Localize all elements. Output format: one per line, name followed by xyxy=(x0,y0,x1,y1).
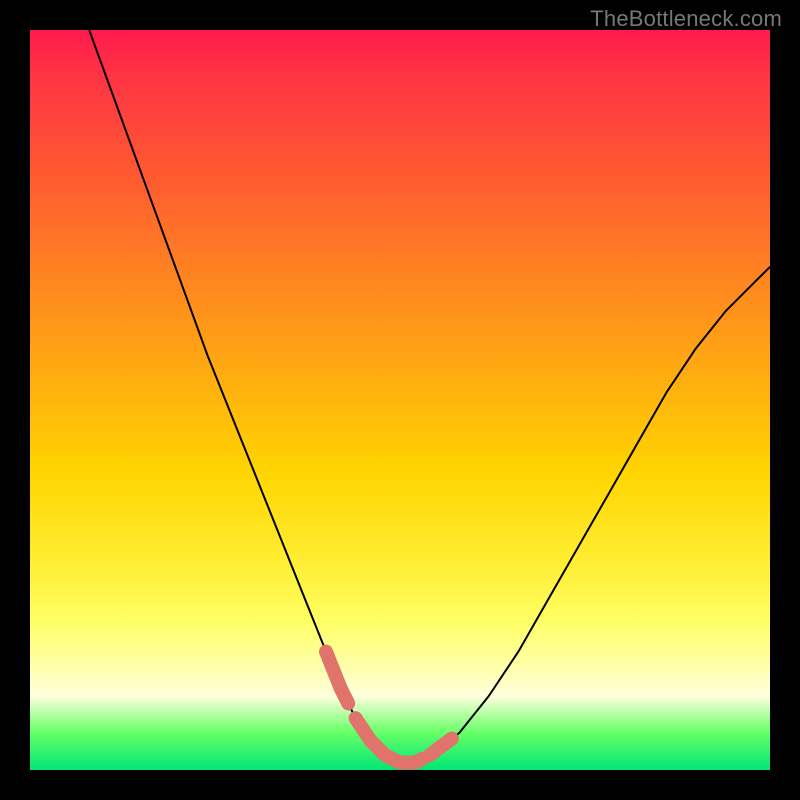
chart-plot-area xyxy=(30,30,770,770)
curve-marker-left xyxy=(326,652,348,704)
chart-frame: TheBottleneck.com xyxy=(0,0,800,800)
bottleneck-chart-svg xyxy=(30,30,770,770)
bottleneck-curve xyxy=(89,30,770,763)
curve-marker-bottom xyxy=(356,718,423,762)
watermark-text: TheBottleneck.com xyxy=(590,6,782,32)
curve-marker-right xyxy=(430,739,452,756)
